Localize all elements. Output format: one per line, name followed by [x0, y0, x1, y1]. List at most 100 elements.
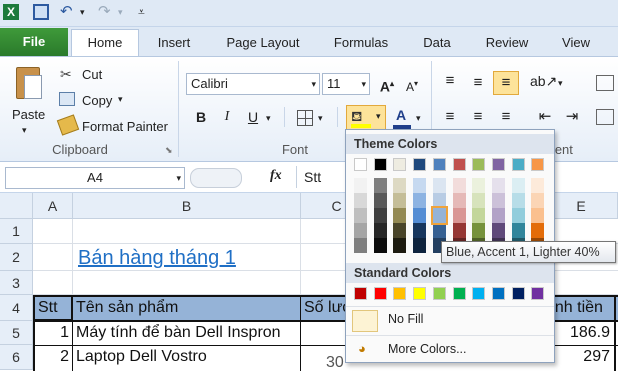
font-name-dropdown-icon[interactable]: ▾ — [311, 74, 316, 94]
formula-bar-splitter[interactable] — [190, 168, 242, 188]
theme-color-swatch[interactable] — [393, 158, 407, 171]
standard-color-swatch[interactable] — [452, 287, 466, 300]
column-header-a[interactable]: A — [33, 193, 73, 219]
theme-shade-swatch[interactable] — [491, 223, 505, 238]
redo-dropdown-icon[interactable]: ▾ — [118, 4, 134, 20]
theme-shade-swatch[interactable] — [373, 223, 387, 238]
standard-color-swatch[interactable] — [373, 287, 387, 300]
theme-shade-swatch[interactable] — [491, 193, 505, 208]
theme-shade-swatch[interactable] — [531, 193, 545, 208]
theme-color-swatch[interactable] — [452, 158, 466, 171]
underline-dropdown-icon[interactable]: ▾ — [266, 113, 271, 124]
theme-shade-swatch[interactable] — [531, 223, 545, 238]
theme-shade-swatch[interactable] — [373, 208, 387, 223]
theme-shade-swatch[interactable] — [452, 178, 466, 193]
tab-review[interactable]: Review — [480, 30, 534, 55]
theme-shade-swatch-selected[interactable] — [430, 206, 448, 225]
theme-shade-swatch[interactable] — [373, 238, 387, 253]
header-cell-product[interactable]: Tên sản phẩm — [76, 297, 300, 319]
theme-shade-swatch[interactable] — [393, 238, 407, 253]
row-header-5[interactable]: 5 — [0, 321, 33, 345]
theme-shade-swatch[interactable] — [452, 208, 466, 223]
standard-color-swatch[interactable] — [531, 287, 545, 300]
underline-button[interactable]: U — [243, 107, 263, 127]
align-top-icon[interactable]: ≡ — [440, 71, 460, 91]
theme-color-swatch[interactable] — [472, 158, 486, 171]
theme-shade-swatch[interactable] — [354, 208, 367, 223]
orientation-icon[interactable]: ab↗ — [530, 71, 557, 91]
align-right-icon[interactable]: ≡ — [496, 107, 516, 127]
paste-button[interactable]: Paste — [12, 107, 45, 122]
theme-color-swatch[interactable] — [432, 158, 446, 171]
tab-file[interactable]: File — [0, 28, 68, 56]
format-painter-button[interactable]: Format Painter — [82, 119, 168, 134]
standard-color-swatch[interactable] — [354, 287, 367, 300]
insert-function-button[interactable]: fx — [270, 168, 282, 184]
theme-shade-swatch[interactable] — [511, 178, 525, 193]
standard-color-swatch[interactable] — [472, 287, 486, 300]
theme-shade-swatch[interactable] — [472, 208, 486, 223]
font-color-icon[interactable]: A — [391, 105, 411, 125]
standard-color-swatch[interactable] — [432, 287, 446, 300]
row-header-1[interactable]: 1 — [0, 219, 33, 244]
theme-color-swatch[interactable] — [413, 158, 427, 171]
table-cell-qty[interactable]: 30 — [326, 353, 346, 373]
save-icon[interactable] — [33, 4, 49, 20]
column-header-b[interactable]: B — [73, 193, 301, 219]
header-cell-stt[interactable]: Stt — [33, 295, 73, 321]
increase-indent-icon[interactable]: ⇥ — [562, 107, 582, 127]
copy-button[interactable]: Copy — [82, 93, 112, 108]
header-cell-qty[interactable]: Số lượ — [304, 297, 346, 319]
theme-shade-swatch[interactable] — [354, 238, 367, 253]
theme-shade-swatch[interactable] — [354, 193, 367, 208]
bold-button[interactable]: B — [191, 107, 211, 127]
theme-shade-swatch[interactable] — [511, 193, 525, 208]
undo-dropdown-icon[interactable]: ▾ — [80, 4, 96, 20]
theme-shade-swatch[interactable] — [432, 223, 446, 238]
table-cell-stt[interactable]: 1 — [35, 323, 69, 343]
theme-shade-swatch[interactable] — [531, 178, 545, 193]
more-colors-item[interactable]: ◕ More Colors... — [350, 337, 550, 361]
wrap-text-icon[interactable] — [596, 75, 614, 91]
select-all-corner[interactable] — [0, 193, 33, 219]
paste-dropdown-icon[interactable]: ▾ — [22, 125, 27, 136]
font-size-dropdown-icon[interactable]: ▾ — [361, 74, 366, 94]
theme-shade-swatch[interactable] — [511, 208, 525, 223]
tab-page-layout[interactable]: Page Layout — [219, 30, 307, 55]
theme-color-swatch[interactable] — [531, 158, 545, 171]
tab-data[interactable]: Data — [418, 30, 456, 55]
row-header-6[interactable]: 6 — [0, 345, 33, 370]
standard-color-swatch[interactable] — [491, 287, 505, 300]
row-header-4[interactable]: 4 — [0, 295, 33, 321]
merge-center-icon[interactable] — [596, 109, 614, 125]
grow-font-icon[interactable]: A▴ — [377, 74, 397, 95]
cut-button[interactable]: Cut — [82, 67, 102, 82]
theme-shade-swatch[interactable] — [531, 208, 545, 223]
paste-icon[interactable] — [12, 65, 42, 101]
theme-shade-swatch[interactable] — [413, 193, 427, 208]
font-name-box[interactable]: Calibri ▾ — [186, 73, 320, 95]
shrink-font-icon[interactable]: A▾ — [402, 74, 422, 94]
theme-shade-swatch[interactable] — [354, 178, 367, 193]
align-middle-icon[interactable]: ≡ — [468, 73, 488, 93]
theme-color-swatch[interactable] — [511, 158, 525, 171]
theme-color-swatch[interactable] — [491, 158, 505, 171]
row-header-2[interactable]: 2 — [0, 244, 33, 271]
theme-shade-swatch[interactable] — [472, 193, 486, 208]
borders-icon[interactable] — [297, 110, 313, 126]
theme-shade-swatch[interactable] — [491, 178, 505, 193]
theme-shade-swatch[interactable] — [472, 223, 486, 238]
theme-shade-swatch[interactable] — [393, 208, 407, 223]
redo-icon[interactable]: ↷ — [98, 4, 114, 20]
theme-shade-swatch[interactable] — [432, 193, 446, 208]
table-cell-total[interactable]: 297 — [546, 347, 610, 367]
column-header-e[interactable]: E — [545, 193, 618, 219]
customize-qat-icon[interactable]: ⩡ — [138, 4, 154, 20]
standard-color-swatch[interactable] — [393, 287, 407, 300]
theme-shade-swatch[interactable] — [413, 208, 427, 223]
table-cell-product[interactable]: Máy tính để bàn Dell Inspron — [76, 323, 300, 343]
orientation-dropdown-icon[interactable]: ▾ — [558, 78, 563, 89]
standard-color-swatch[interactable] — [413, 287, 427, 300]
undo-icon[interactable]: ↶ — [60, 4, 76, 20]
no-fill-item[interactable]: No Fill — [350, 308, 550, 333]
